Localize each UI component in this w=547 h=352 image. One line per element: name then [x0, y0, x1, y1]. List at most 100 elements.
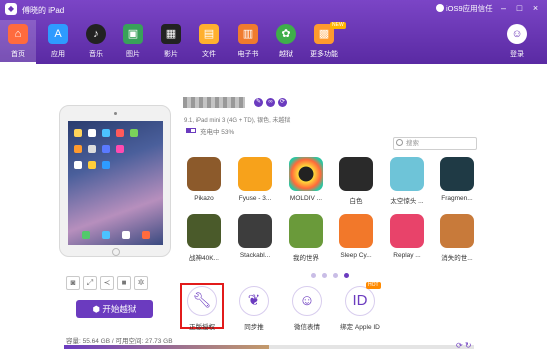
app-tile[interactable]: 战神40K... — [184, 214, 224, 262]
home-icon: ⌂ — [8, 24, 28, 44]
hot-badge: HOT — [366, 282, 381, 289]
app-name: 消失的世... — [441, 255, 473, 262]
refresh-icon[interactable]: ⟳ ↻ — [456, 341, 472, 350]
app-icon — [339, 214, 373, 248]
app-icon — [238, 157, 272, 191]
app-name: Replay ... — [393, 252, 421, 259]
tongbutui-icon: ❦ — [239, 286, 269, 316]
folder-icon: ▤ — [199, 24, 219, 44]
storage-used — [64, 345, 269, 349]
battery-icon — [186, 128, 196, 133]
tool-label: 正版授权 — [189, 324, 215, 331]
login-label: 登录 — [510, 51, 524, 58]
main-nav: ⌂ 首页 A 应用 ♪ 音乐 ▣ 图片 ▦ 影片 ▤ 文件 ▥ 电子书 ✿ 越狱… — [0, 20, 420, 64]
settings-icon[interactable]: ✲ — [134, 276, 148, 290]
search-placeholder: 搜索 — [406, 140, 419, 147]
app-tile[interactable]: Sleep Cy... — [336, 214, 376, 259]
ios-trust-badge[interactable]: iOS9应用信任 — [432, 3, 497, 15]
wrench-icon: 🔧︎ — [187, 286, 217, 316]
nav-label: 更多功能 — [310, 51, 338, 58]
camera-icon[interactable]: ◙ — [66, 276, 80, 290]
app-icon — [289, 157, 323, 191]
appleid-icon: ID — [345, 286, 375, 316]
smile-icon: ☺ — [292, 286, 322, 316]
share-icon[interactable]: ≺ — [100, 276, 114, 290]
tool-label: 微信表情 — [294, 324, 320, 331]
device-name-redacted — [183, 97, 245, 108]
refresh-device-icon[interactable]: ⟳ — [278, 98, 287, 107]
info-icon — [436, 4, 444, 12]
nav-label: 应用 — [51, 51, 65, 58]
shield-icon: ⬢ — [92, 304, 103, 314]
page-dot[interactable] — [311, 273, 316, 278]
app-tile[interactable]: MOLDIV ... — [286, 157, 326, 202]
title-bar: ◆ 傅晓的 iPad iOS9应用信任 – □ × — [0, 0, 547, 20]
app-tile[interactable]: Fyuse - 3... — [235, 157, 275, 202]
nav-item-home[interactable]: ⌂ 首页 — [0, 20, 36, 64]
minimize-icon[interactable]: – — [498, 3, 509, 14]
page-dot[interactable] — [333, 273, 338, 278]
app-tile[interactable]: Replay ... — [387, 214, 427, 259]
tool-label: 绑定 Apple ID — [340, 324, 380, 331]
app-tile[interactable]: Pikazo — [184, 157, 224, 202]
nav-item-more[interactable]: ▩ NEW 更多功能 — [306, 20, 346, 64]
app-tile[interactable]: 我的世界 — [286, 214, 326, 262]
wechat-emoji-button[interactable]: ☺ 微信表情 — [285, 286, 329, 331]
app-name: 白色 — [349, 198, 363, 205]
start-jailbreak-button[interactable]: ⬢ 开始越狱 — [76, 300, 153, 318]
nav-label: 电子书 — [237, 51, 259, 58]
edit-icon[interactable]: ✎ — [254, 98, 263, 107]
tongbutui-button[interactable]: ❦ 同步推 — [232, 286, 276, 331]
nav-label: 音乐 — [89, 51, 103, 58]
app-name: MOLDIV ... — [289, 195, 323, 202]
nav-item-music[interactable]: ♪ 音乐 — [78, 20, 114, 64]
nav-item-jailbreak[interactable]: ✿ 越狱 — [268, 20, 304, 64]
app-icon — [238, 214, 272, 248]
bind-apple-id-button[interactable]: ID HOT 绑定 Apple ID — [338, 282, 382, 331]
page-dot[interactable] — [322, 273, 327, 278]
camera-dot — [114, 112, 117, 115]
window-title: 傅晓的 iPad — [22, 6, 65, 15]
nav-item-pictures[interactable]: ▣ 图片 — [115, 20, 151, 64]
book-icon: ▥ — [238, 24, 258, 44]
user-icon: ☺ — [507, 24, 527, 44]
app-icon — [187, 214, 221, 248]
license-button[interactable]: 🔧︎ 正版授权 — [180, 283, 224, 331]
app-tile[interactable]: Fragmen... — [437, 157, 477, 202]
nav-label: 图片 — [126, 51, 140, 58]
app-tile[interactable]: Stackabl... — [235, 214, 275, 259]
storage-bar — [64, 345, 474, 349]
nav-item-ebooks[interactable]: ▥ 电子书 — [230, 20, 266, 64]
picture-icon: ▣ — [123, 24, 143, 44]
nav-label: 影片 — [164, 51, 178, 58]
app-icon — [440, 214, 474, 248]
restore-icon[interactable]: □ — [514, 3, 525, 14]
ipad-image — [59, 105, 171, 257]
nav-label: 首页 — [11, 51, 25, 58]
close-icon[interactable]: × — [530, 3, 541, 14]
app-icon — [440, 157, 474, 191]
app-icon — [390, 214, 424, 248]
appstore-icon: A — [48, 24, 68, 44]
app-icon — [187, 157, 221, 191]
app-name: 我的世界 — [293, 255, 319, 262]
nav-label: 越狱 — [279, 51, 293, 58]
music-icon: ♪ — [86, 24, 106, 44]
app-icon — [390, 157, 424, 191]
app-tile[interactable]: 消失的世... — [437, 214, 477, 262]
app-tile[interactable]: 白色 — [336, 157, 376, 205]
app-name: Fragmen... — [441, 195, 473, 202]
app-name: Sleep Cy... — [340, 252, 372, 259]
battery-status: 充电中 53% — [200, 129, 235, 136]
search-input[interactable]: 搜索 — [393, 137, 477, 150]
app-tile[interactable]: 太空惊头 ... — [387, 157, 427, 205]
storage-text: 容量: 55.64 GB / 可用空间: 27.73 GB — [66, 338, 173, 345]
login-button[interactable]: ☺ 登录 — [505, 22, 529, 59]
expand-icon[interactable]: ⤢ — [83, 276, 97, 290]
nav-item-apps[interactable]: A 应用 — [40, 20, 76, 64]
nav-item-files[interactable]: ▤ 文件 — [191, 20, 227, 64]
page-dot[interactable] — [344, 273, 349, 278]
unlink-icon[interactable]: ∞ — [266, 98, 275, 107]
media-icon[interactable]: ■ — [117, 276, 131, 290]
nav-item-films[interactable]: ▦ 影片 — [153, 20, 189, 64]
